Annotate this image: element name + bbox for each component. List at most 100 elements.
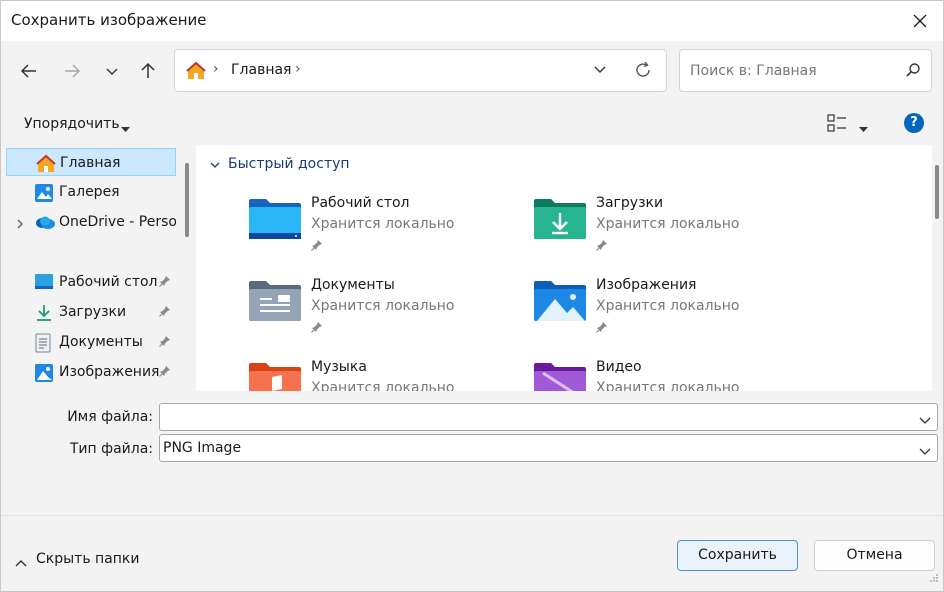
- home-icon: [35, 154, 57, 178]
- tile-name: Документы: [311, 277, 395, 293]
- tile-name: Видео: [596, 359, 642, 375]
- tile-status: Хранится локально: [311, 298, 455, 314]
- arrow-left-icon: [20, 64, 36, 78]
- navigation-bar: › Главная › Поиск в: Главная: [1, 41, 943, 101]
- tile-status: Хранится локально: [596, 298, 740, 314]
- pictures-folder-icon: [533, 277, 587, 327]
- save-button[interactable]: Сохранить: [677, 540, 798, 571]
- refresh-icon: [636, 61, 650, 77]
- navigation-pane: Главная Галерея OneDrive - Personal Рабо…: [1, 145, 196, 391]
- filetype-select[interactable]: PNG Image: [159, 434, 938, 462]
- documents-icon: [34, 333, 52, 357]
- tile-music[interactable]: Музыка Хранится локально: [248, 359, 518, 391]
- pin-icon: [596, 239, 608, 255]
- address-bar[interactable]: › Главная ›: [174, 49, 667, 92]
- downloads-folder-icon: [533, 195, 587, 245]
- chevron-down-icon[interactable]: [919, 413, 931, 429]
- pin-icon: [311, 239, 323, 255]
- breadcrumb-separator-icon[interactable]: ›: [295, 61, 301, 77]
- chevron-right-icon[interactable]: [16, 217, 24, 233]
- pin-icon: [596, 321, 608, 337]
- sidebar-item-documents[interactable]: Документы: [6, 328, 176, 356]
- file-list: Быстрый доступ Рабочий стол Хранится лок…: [196, 145, 932, 391]
- resize-grip-icon[interactable]: [929, 571, 939, 587]
- close-button[interactable]: [897, 1, 943, 41]
- list-view-icon: [827, 114, 846, 132]
- filename-panel: Имя файла: Тип файла: PNG Image: [1, 391, 943, 515]
- sidebar-item-home[interactable]: Главная: [6, 148, 176, 176]
- pin-icon: [311, 321, 323, 337]
- dialog-footer: Скрыть папки Сохранить Отмена: [1, 515, 943, 591]
- organize-button[interactable]: Упорядочить: [24, 116, 120, 132]
- tile-name: Изображения: [596, 277, 697, 293]
- chevron-down-icon[interactable]: [919, 444, 931, 460]
- refresh-button[interactable]: [633, 60, 653, 84]
- tile-documents[interactable]: Документы Хранится локально: [248, 277, 518, 347]
- filetype-value: PNG Image: [163, 440, 242, 456]
- pin-icon[interactable]: [159, 365, 171, 381]
- tile-status: Хранится локально: [311, 380, 455, 391]
- tile-desktop[interactable]: Рабочий стол Хранится локально: [248, 195, 518, 265]
- group-title: Быстрый доступ: [228, 156, 350, 172]
- sidebar-item-label: OneDrive - Personal: [59, 214, 176, 230]
- content-scrollbar[interactable]: [932, 145, 943, 391]
- tile-status: Хранится локально: [311, 216, 455, 232]
- address-history-dropdown[interactable]: [593, 62, 607, 80]
- desktop-folder-icon: [248, 195, 302, 245]
- tile-pictures[interactable]: Изображения Хранится локально: [533, 277, 803, 347]
- close-icon: [913, 14, 927, 28]
- command-bar: Упорядочить ?: [1, 101, 943, 145]
- up-button[interactable]: [134, 57, 162, 85]
- sidebar-item-gallery[interactable]: Галерея: [6, 178, 176, 206]
- sidebar-item-downloads[interactable]: Загрузки: [6, 298, 176, 326]
- arrow-up-icon: [141, 62, 155, 78]
- caret-down-icon[interactable]: [859, 121, 868, 137]
- quick-access-header[interactable]: Быстрый доступ: [210, 156, 350, 172]
- chevron-down-icon: [594, 66, 606, 73]
- sidebar-item-label: Главная: [60, 155, 121, 171]
- recent-locations-button[interactable]: [98, 57, 126, 85]
- pin-icon[interactable]: [159, 335, 171, 351]
- sidebar-item-desktop[interactable]: Рабочий стол: [6, 268, 176, 296]
- help-button[interactable]: ?: [904, 113, 924, 133]
- search-placeholder: Поиск в: Главная: [690, 63, 817, 79]
- sidebar-scrollbar[interactable]: [185, 163, 189, 237]
- scrollbar-thumb[interactable]: [935, 165, 939, 219]
- chevron-down-icon: [106, 68, 118, 75]
- tile-status: Хранится локально: [596, 216, 740, 232]
- tile-downloads[interactable]: Загрузки Хранится локально: [533, 195, 803, 265]
- view-options-button[interactable]: [827, 114, 847, 136]
- forward-button[interactable]: [58, 57, 86, 85]
- tile-name: Рабочий стол: [311, 195, 410, 211]
- video-folder-icon: [533, 359, 587, 391]
- cancel-button[interactable]: Отмена: [814, 540, 935, 571]
- filename-input[interactable]: [159, 403, 938, 431]
- hide-folders-label: Скрыть папки: [36, 551, 140, 567]
- search-input[interactable]: Поиск в: Главная: [679, 49, 932, 92]
- home-icon: [185, 60, 207, 86]
- tile-video[interactable]: Видео Хранится локально: [533, 359, 803, 391]
- back-button[interactable]: [15, 57, 43, 85]
- sidebar-item-pictures[interactable]: Изображения: [6, 358, 176, 386]
- gallery-icon: [34, 183, 54, 207]
- arrow-right-icon: [65, 64, 81, 78]
- pictures-icon: [34, 363, 54, 387]
- music-folder-icon: [248, 359, 302, 391]
- pin-icon[interactable]: [159, 305, 171, 321]
- caret-down-icon[interactable]: [121, 121, 130, 137]
- filetype-label: Тип файла:: [69, 441, 153, 457]
- breadcrumb-home[interactable]: Главная: [231, 62, 291, 78]
- pin-icon[interactable]: [159, 275, 171, 291]
- tile-status: Хранится локально: [596, 380, 740, 391]
- sidebar-item-label: Галерея: [59, 184, 120, 200]
- title-bar: Сохранить изображение: [1, 1, 943, 41]
- chevron-up-icon: [15, 555, 27, 571]
- breadcrumb-separator-icon: ›: [213, 61, 219, 77]
- sidebar-item-onedrive[interactable]: OneDrive - Personal: [6, 208, 176, 236]
- dialog-title: Сохранить изображение: [11, 11, 207, 29]
- save-image-dialog: Сохранить изображение › Главная › Поиск …: [0, 0, 944, 592]
- search-icon: [905, 62, 921, 82]
- chevron-down-icon: [209, 159, 221, 175]
- tile-name: Музыка: [311, 359, 367, 375]
- documents-folder-icon: [248, 277, 302, 327]
